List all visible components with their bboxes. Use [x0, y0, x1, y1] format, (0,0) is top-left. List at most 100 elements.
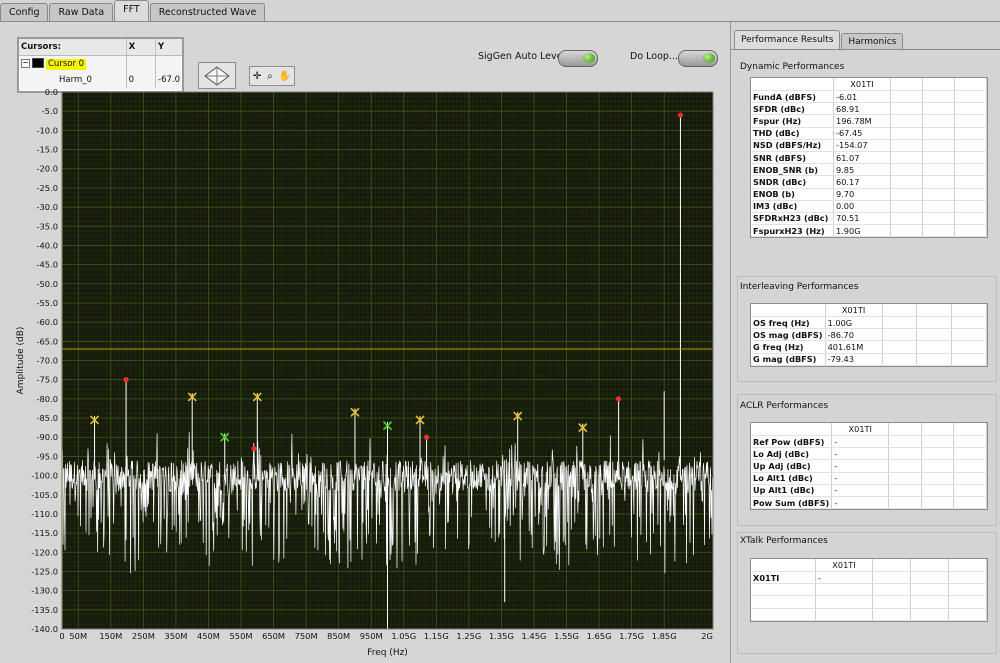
y-tick-label: -45.0 [37, 260, 58, 270]
metric-label: Lo Alt1 (dBc) [751, 472, 833, 485]
table-row: G freq (Hz) 401.61M [751, 340, 987, 354]
metric-value[interactable]: 401.61M [825, 340, 883, 354]
metric-value[interactable]: - [831, 496, 890, 510]
spur-marker [616, 396, 622, 402]
metric-label: OS freq (Hz) [751, 316, 826, 330]
results-panel: Performance Results Harmonics Dynamic Pe… [730, 22, 1000, 663]
column-header: X01TI [831, 423, 890, 436]
metric-value[interactable]: - [831, 484, 890, 497]
metric-value[interactable]: 1.00G [825, 316, 883, 330]
metric-value[interactable]: 68.91 [833, 102, 891, 116]
x-tick-label: 450M [197, 631, 220, 641]
metric-value[interactable]: -154.07 [833, 139, 891, 152]
metric-value[interactable]: -6.01 [833, 90, 891, 104]
xtalk-row-value[interactable]: - [815, 571, 873, 585]
y-tick-label: -35.0 [37, 221, 58, 231]
metric-value[interactable]: 9.85 [833, 163, 891, 177]
metric-label: Ref Pow (dBFS) [751, 435, 833, 449]
metric-value[interactable]: 61.07 [833, 151, 891, 165]
table-row: FspurxH23 (Hz) 1.90G [751, 224, 987, 238]
y-tick-label: -80.0 [37, 394, 58, 404]
y-tick-label: -100.0 [31, 471, 58, 481]
metric-value[interactable]: 60.17 [833, 175, 891, 189]
tab-performance-results[interactable]: Performance Results [734, 30, 841, 50]
aclr-performances-table[interactable]: X01TI Ref Pow (dBFS) - Lo Adj (dBc) - Up Adj … [750, 422, 988, 511]
y-tick-label: -125.0 [31, 566, 58, 576]
y-tick-label: -95.0 [37, 451, 58, 461]
y-tick-label: -50.0 [37, 279, 58, 289]
metric-value[interactable]: 70.51 [833, 212, 891, 226]
table-row: IM3 (dBc) 0.00 [751, 200, 987, 213]
y-tick-label: -135.0 [31, 605, 58, 615]
metric-value[interactable]: -86.70 [825, 328, 883, 342]
x-tick-label: 2G [701, 631, 713, 641]
x-axis-label: Freq (Hz) [367, 648, 408, 658]
table-row: SNDR (dBc) 60.17 [751, 175, 987, 189]
x-tick-label: 0 [59, 631, 64, 641]
metric-label: ENOB (b) [751, 188, 834, 201]
table-row: SFDR (dBc) 68.91 [751, 102, 987, 116]
x-tick-label: 250M [132, 631, 155, 641]
x-tick-label: 1.65G [587, 631, 612, 641]
metric-value[interactable]: -67.45 [833, 127, 891, 140]
y-tick-label: -15.0 [37, 145, 58, 155]
metric-label: FspurxH23 (Hz) [751, 224, 834, 238]
y-tick-label: -5.0 [42, 106, 58, 116]
y-tick-label: -130.0 [31, 586, 58, 596]
interleaving-performances-table[interactable]: X01TI OS freq (Hz) 1.00G OS mag (dBFS) -86.7… [750, 303, 988, 367]
tab-raw-data[interactable]: Raw Data [49, 3, 114, 22]
metric-label: Lo Adj (dBc) [751, 447, 833, 461]
metric-label: G freq (Hz) [751, 340, 826, 354]
x-tick-label: 1.85G [652, 631, 677, 641]
x-tick-label: 1.75G [619, 631, 644, 641]
x-tick-label: 550M [230, 631, 253, 641]
x-tick-label: 1.15G [424, 631, 449, 641]
y-tick-label: 0.0 [45, 87, 58, 97]
metric-label: Up Alt1 (dBc) [751, 484, 833, 497]
metric-label: ENOB_SNR (b) [751, 163, 834, 177]
column-header: X01TI [833, 78, 891, 91]
dynamic-performances-table[interactable]: X01TI FundA (dBFS) -6.01 SFDR (dBc) 68.91 Fsp… [750, 77, 988, 239]
y-tick-label: -120.0 [31, 547, 58, 557]
tab-config[interactable]: Config [0, 3, 49, 22]
metric-value[interactable]: 1.90G [833, 224, 891, 238]
metric-value[interactable]: - [831, 472, 890, 485]
metric-value[interactable]: - [831, 459, 890, 473]
column-header: X01TI [825, 304, 883, 317]
xtalk-performances-table[interactable]: X01TI X01TI - [750, 558, 988, 622]
table-row: Pow Sum (dBFS) - [751, 496, 987, 510]
table-row: X01TI - [751, 571, 987, 585]
column-header: X01TI [815, 559, 873, 572]
fft-plot[interactable]: 0.0 -5.0 -10.0 -15.0 -20.0 -25.0 -30.0 -35.0 -40… [0, 22, 728, 663]
table-row: THD (dBc) -67.45 [751, 127, 987, 140]
tab-harmonics[interactable]: Harmonics [841, 33, 904, 50]
metric-value[interactable]: 0.00 [833, 200, 891, 213]
metric-label: G mag (dBFS) [751, 353, 826, 366]
x-tick-label: 150M [99, 631, 122, 641]
aclr-performances-title: ACLR Performances [740, 401, 829, 411]
table-row: Lo Alt1 (dBc) - [751, 472, 987, 485]
metric-value[interactable]: - [831, 435, 890, 449]
table-row: OS freq (Hz) 1.00G [751, 316, 987, 330]
y-tick-label: -25.0 [37, 183, 58, 193]
metric-label: SNR (dBFS) [751, 151, 834, 165]
dynamic-performances-title: Dynamic Performances [740, 62, 845, 72]
x-tick-label: 1.25G [456, 631, 481, 641]
table-row: Fspur (Hz) 196.78M [751, 114, 987, 128]
metric-label: NSD (dBFS/Hz) [751, 139, 834, 152]
metric-value[interactable]: -79.43 [825, 353, 883, 366]
interleaving-performances-title: Interleaving Performances [740, 282, 859, 292]
tab-fft[interactable]: FFT [114, 0, 149, 22]
metric-label: SFDR (dBc) [751, 102, 834, 116]
x-tick-label: 50M [69, 631, 87, 641]
fft-panel: Cursors: X Y − Cursor 0 Harm_0 0 -67.0 ✛… [0, 22, 728, 663]
tab-reconstructed-wave[interactable]: Reconstructed Wave [149, 3, 266, 22]
metric-value[interactable]: 196.78M [833, 114, 891, 128]
x-tick-label: 850M [327, 631, 350, 641]
metric-value[interactable]: 9.70 [833, 188, 891, 201]
xtalk-performances-title: XTalk Performances [740, 536, 828, 546]
fundamental-marker [677, 112, 684, 118]
table-row: Up Alt1 (dBc) - [751, 484, 987, 497]
table-row: OS mag (dBFS) -86.70 [751, 328, 987, 342]
metric-value[interactable]: - [831, 447, 890, 461]
